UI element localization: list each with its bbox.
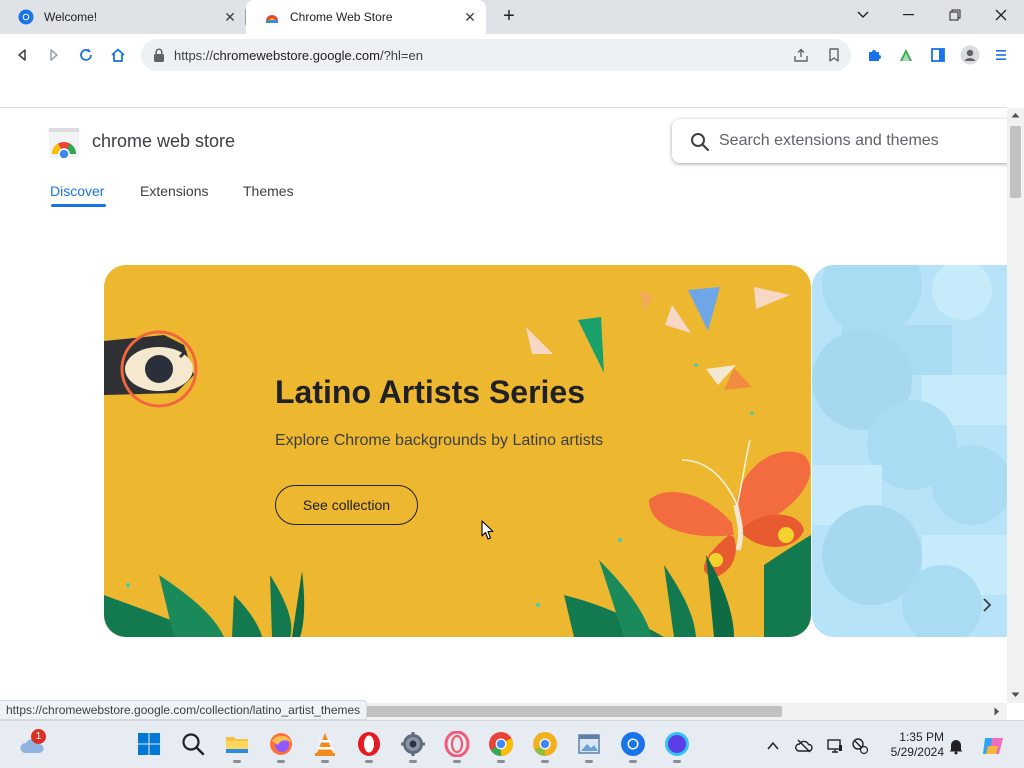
running-indicator <box>497 760 505 763</box>
tab-search-chevron-icon[interactable] <box>840 0 886 30</box>
opera-icon[interactable] <box>356 731 382 763</box>
hero-illustration <box>104 287 811 637</box>
search-input[interactable] <box>719 129 999 153</box>
hero-subtitle: Explore Chrome backgrounds by Latino art… <box>275 432 604 449</box>
tab-title: Welcome! <box>44 10 98 24</box>
file-explorer-icon[interactable] <box>224 731 250 763</box>
extensions-puzzle-icon[interactable] <box>862 43 886 67</box>
profile-avatar-icon[interactable] <box>958 43 982 67</box>
hero-title: Latino Artists Series <box>275 374 586 410</box>
browser-toolbar: https://chromewebstore.google.com/?hl=en <box>0 34 1024 76</box>
running-indicator <box>321 760 329 763</box>
clock-time: 1:35 PM <box>899 730 944 744</box>
url-path: /?hl=en <box>379 48 423 63</box>
taskbar-search-icon[interactable] <box>180 731 206 757</box>
vertical-scroll-thumb[interactable] <box>1010 126 1021 198</box>
address-url[interactable]: https://chromewebstore.google.com/?hl=en <box>174 48 423 63</box>
bookmark-icon[interactable] <box>826 47 842 63</box>
notification-badge: 1 <box>31 729 46 744</box>
running-indicator <box>541 760 549 763</box>
running-indicator <box>629 760 637 763</box>
chrome-canary-icon[interactable] <box>532 731 558 763</box>
display-icon[interactable] <box>826 737 844 755</box>
extension-icon[interactable] <box>894 43 918 67</box>
mouse-cursor-icon <box>481 520 494 540</box>
search-box[interactable] <box>672 119 1007 163</box>
chrome-taskbar-icon[interactable] <box>488 731 514 763</box>
running-indicator <box>585 760 593 763</box>
link-status-bubble: https://chromewebstore.google.com/collec… <box>0 700 368 720</box>
browser-purple-icon[interactable] <box>664 731 690 763</box>
search-icon <box>691 133 710 152</box>
nav-tab-themes[interactable]: Themes <box>243 183 294 199</box>
settings-gear-icon[interactable] <box>400 731 426 763</box>
running-indicator <box>365 760 373 763</box>
back-icon[interactable] <box>10 43 34 67</box>
next-banner-card[interactable] <box>812 265 1007 637</box>
hero-banner-card[interactable]: Latino Artists Series Explore Chrome bac… <box>104 265 811 637</box>
menu-icon[interactable] <box>989 43 1013 67</box>
active-tab-indicator <box>51 204 106 207</box>
store-brand-name[interactable]: chrome web store <box>92 131 235 152</box>
running-indicator <box>277 760 285 763</box>
see-collection-button[interactable]: See collection <box>275 485 418 525</box>
share-icon[interactable] <box>793 47 809 63</box>
new-tab-button[interactable]: + <box>497 5 521 29</box>
restore-icon[interactable] <box>932 0 978 30</box>
nav-tab-discover[interactable]: Discover <box>50 183 104 199</box>
clock-date: 5/29/2024 <box>890 745 944 759</box>
chrome-web-store-logo-icon[interactable] <box>49 128 79 158</box>
chrome-logo-icon <box>18 9 34 25</box>
running-indicator <box>673 760 681 763</box>
next-banner-pattern <box>812 265 1007 637</box>
web-store-page: chrome web store Discover Extensions The… <box>0 108 1007 700</box>
minimize-icon[interactable] <box>886 0 932 30</box>
lock-icon[interactable] <box>153 48 165 62</box>
tab-chrome-web-store[interactable]: Chrome Web Store ✕ <box>246 0 486 34</box>
notification-bell-icon[interactable] <box>947 737 965 755</box>
scroll-right-icon[interactable] <box>994 707 1000 716</box>
firefox-icon[interactable] <box>268 731 294 763</box>
show-hidden-icons-chevron-icon[interactable] <box>764 737 782 755</box>
carousel-next-icon[interactable] <box>976 590 998 620</box>
close-tab-icon[interactable]: ✕ <box>462 9 478 25</box>
close-tab-icon[interactable]: ✕ <box>222 9 238 25</box>
reload-icon[interactable] <box>74 43 98 67</box>
system-clock[interactable]: 1:35 PM 5/29/2024 <box>882 730 944 760</box>
url-host: chromewebstore.google.com <box>213 48 380 63</box>
scroll-up-icon[interactable] <box>1011 112 1020 118</box>
forward-icon[interactable] <box>42 43 66 67</box>
cloud-offline-icon[interactable] <box>795 737 813 755</box>
running-indicator <box>409 760 417 763</box>
copilot-icon[interactable] <box>980 733 1006 759</box>
tab-welcome[interactable]: Welcome! ✕ <box>0 0 246 34</box>
home-icon[interactable] <box>106 43 130 67</box>
tab-title: Chrome Web Store <box>290 10 393 24</box>
close-window-icon[interactable] <box>978 0 1024 30</box>
running-indicator <box>453 760 461 763</box>
network-offline-icon[interactable] <box>851 737 869 755</box>
image-viewer-icon[interactable] <box>576 731 602 763</box>
vlc-icon[interactable] <box>312 731 338 763</box>
opera-gx-icon[interactable] <box>444 730 470 763</box>
address-bar[interactable]: https://chromewebstore.google.com/?hl=en <box>141 39 851 71</box>
side-panel-icon[interactable] <box>926 43 950 67</box>
url-scheme: https:// <box>174 48 214 63</box>
windows-taskbar: 1:35 PM 5/29/2024 <box>0 720 1024 768</box>
windows-start-icon[interactable] <box>136 731 162 757</box>
web-store-favicon-icon <box>266 15 278 23</box>
tab-strip: Welcome! ✕ Chrome Web Store ✕ + <box>0 0 1024 34</box>
nav-tab-extensions[interactable]: Extensions <box>140 183 208 199</box>
scroll-down-icon[interactable] <box>1011 692 1020 698</box>
chromium-icon[interactable] <box>620 731 646 763</box>
running-indicator <box>233 760 241 763</box>
